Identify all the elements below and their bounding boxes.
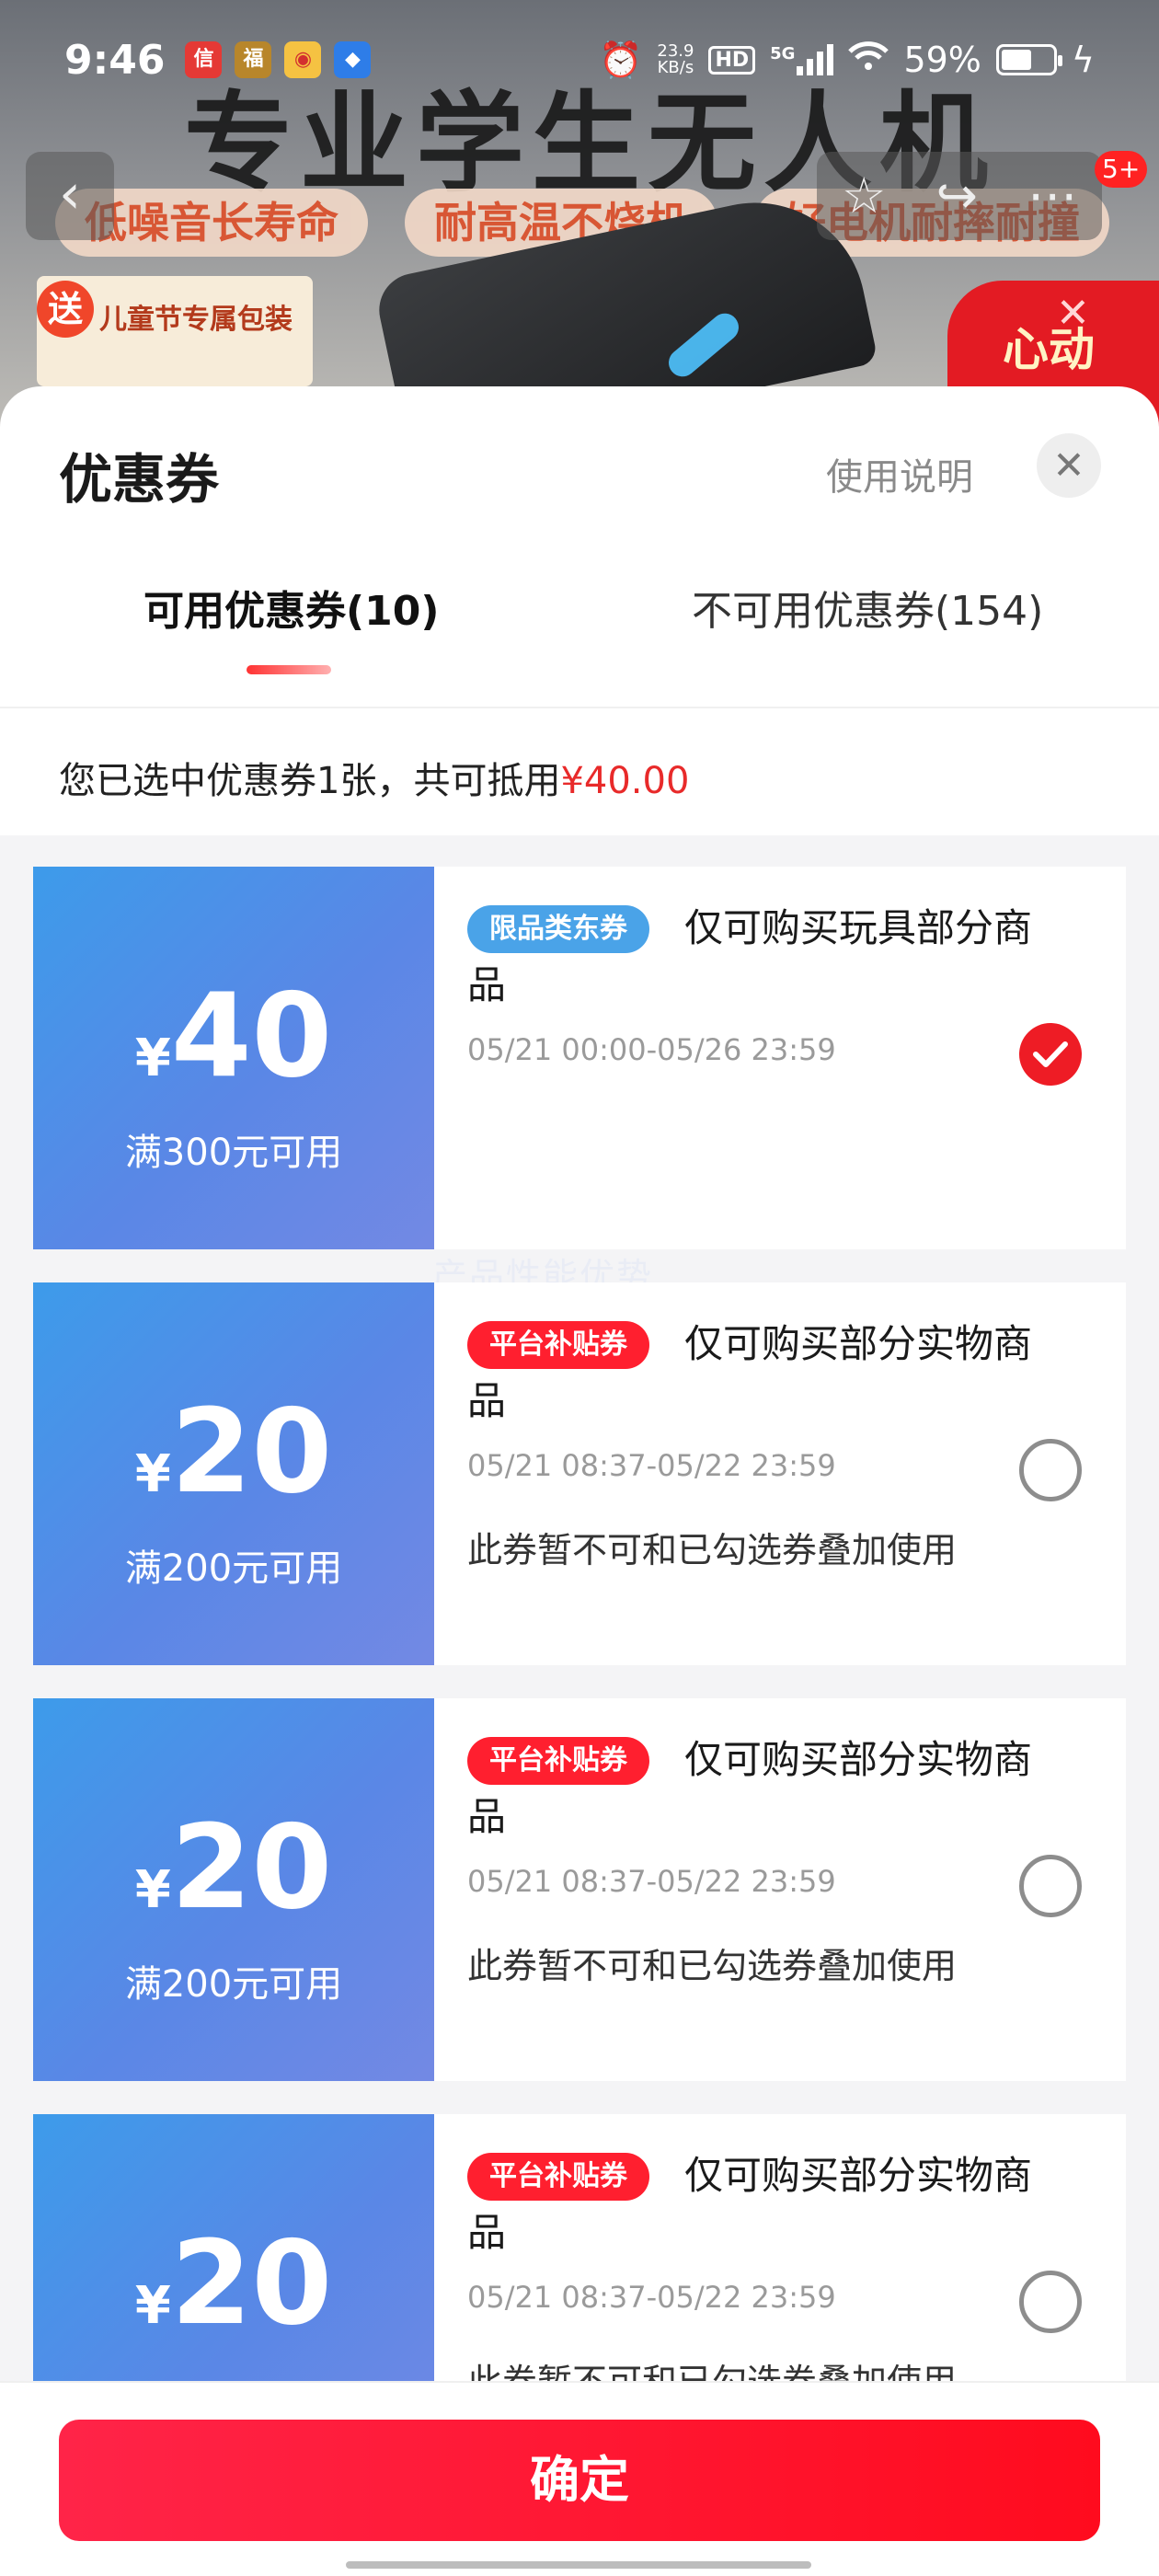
- coupon-stack-note: 此券暂不可和已勾选券叠加使用: [467, 2353, 957, 2381]
- coupon-value-panel: ¥20 满200元可用: [28, 1282, 434, 1665]
- coupon-card[interactable]: ¥20 满200元可用 仅可购买部分实物商品 平台补贴券 05/21 08:37…: [28, 1282, 1126, 1665]
- coupon-card[interactable]: ¥20 满200元可用 仅可购买部分实物商品 平台补贴券 05/21 08:37…: [28, 2114, 1126, 2381]
- close-icon: ✕: [1052, 443, 1085, 488]
- coupon-value-panel: ¥40 满300元可用: [28, 867, 434, 1249]
- coupon-checkbox-checked[interactable]: [1019, 1023, 1082, 1086]
- status-time: 9:46: [64, 36, 166, 84]
- coupon-condition: 满200元可用: [124, 1963, 343, 2006]
- currency-symbol: ¥: [134, 1860, 171, 1920]
- status-bar: 9:46 信 福 ◉ ◆ ⏰ 23.9 KB/s HD 5G 59% ϟ: [0, 0, 1159, 120]
- coupon-type-tag: 平台补贴券: [467, 2153, 649, 2201]
- coupon-amount: ¥40: [33, 968, 434, 1103]
- coupon-checkbox[interactable]: [1019, 1439, 1082, 1501]
- coupon-info: 仅可购买部分实物商品 平台补贴券 05/21 08:37-05/22 23:59…: [434, 2114, 1126, 2381]
- coupon-validity: 05/21 08:37-05/22 23:59: [467, 1448, 836, 1483]
- coupon-card[interactable]: ¥20 满200元可用 仅可购买部分实物商品 平台补贴券 05/21 08:37…: [28, 1698, 1126, 2081]
- coupon-list[interactable]: 产品性能优势 ¥40 满300元可用 仅可购买玩具部分商品 限品类东券 05/2…: [0, 835, 1159, 2381]
- coupon-amount-value: 40: [170, 968, 333, 1103]
- currency-symbol: ¥: [134, 2276, 171, 2336]
- battery-percent: 59%: [903, 40, 981, 80]
- alarm-icon: ⏰: [599, 39, 643, 80]
- coupon-info: 仅可购买玩具部分商品 限品类东券 05/21 00:00-05/26 23:59: [434, 867, 1126, 1249]
- pin-app-icon: ◆: [334, 41, 372, 78]
- coupon-info: 仅可购买部分实物商品 平台补贴券 05/21 08:37-05/22 23:59…: [434, 1282, 1126, 1665]
- weibo-app-icon: ◉: [284, 41, 322, 78]
- confirm-button[interactable]: 确定: [59, 2420, 1100, 2541]
- coupon-amount-value: 20: [170, 1800, 333, 1935]
- currency-symbol: ¥: [134, 1029, 171, 1088]
- more-icon[interactable]: ⋯: [1027, 171, 1077, 221]
- battery-icon: [995, 44, 1062, 75]
- coupon-stack-note: 此券暂不可和已勾选券叠加使用: [467, 1530, 958, 1570]
- coupon-card[interactable]: ¥40 满300元可用 仅可购买玩具部分商品 限品类东券 05/21 00:00…: [28, 867, 1126, 1249]
- tab-available[interactable]: 可用优惠券(10): [143, 578, 439, 637]
- currency-symbol: ¥: [134, 1444, 171, 1504]
- back-button[interactable]: ‹: [26, 152, 114, 240]
- summary-amount: ¥40.00: [560, 760, 690, 802]
- charging-icon: ϟ: [1071, 40, 1095, 80]
- coupon-condition: 满200元可用: [33, 2370, 434, 2381]
- coupon-validity: 05/21 08:37-05/22 23:59: [467, 2280, 836, 2315]
- coupon-value-panel: ¥20 满200元可用: [28, 2114, 434, 2381]
- fu-app-icon: 福: [235, 41, 272, 78]
- coupon-condition: 满200元可用: [124, 1547, 343, 1590]
- usage-instructions-link[interactable]: 使用说明: [826, 447, 973, 500]
- coupon-tabs: 可用优惠券(10) 不可用优惠券(154): [0, 552, 1159, 708]
- summary-text: 您已选中优惠券1张，共可抵用: [59, 760, 561, 802]
- coupon-amount: ¥20: [33, 1800, 434, 1935]
- wifi-icon: [848, 40, 889, 80]
- coupon-validity: 05/21 08:37-05/22 23:59: [467, 1864, 836, 1899]
- chevron-left-icon: ‹: [59, 162, 81, 226]
- home-indicator[interactable]: [346, 2561, 811, 2569]
- coupon-amount-value: 20: [170, 1384, 333, 1519]
- coupon-sheet: 优惠券 使用说明 ✕ 可用优惠券(10) 不可用优惠券(154) 您已选中优惠券…: [0, 386, 1159, 2576]
- gift-tag: 送: [37, 281, 94, 338]
- selected-summary: 您已选中优惠券1张，共可抵用¥40.00: [0, 708, 1159, 835]
- coupon-type-tag: 平台补贴券: [467, 1321, 649, 1369]
- star-icon[interactable]: ☆: [842, 171, 886, 221]
- sheet-footer: 确定: [0, 2381, 1159, 2576]
- top-action-bar: ☆ ↪ ⋯: [817, 152, 1102, 240]
- cellular-signal-icon: 5G: [770, 44, 834, 75]
- news-app-icon: 信: [185, 41, 223, 78]
- coupon-type-tag: 平台补贴券: [467, 1737, 649, 1785]
- network-speed: 23.9 KB/s: [657, 43, 694, 76]
- network-type: 5G: [770, 44, 796, 63]
- active-tab-indicator: [247, 665, 331, 674]
- share-icon[interactable]: ↪: [936, 171, 978, 221]
- coupon-amount: ¥20: [33, 2215, 434, 2351]
- coupon-amount-value: 20: [170, 2215, 333, 2351]
- gift-text: 儿童节专属包装: [99, 304, 293, 336]
- coupon-checkbox[interactable]: [1019, 1855, 1082, 1917]
- speed-unit: KB/s: [657, 58, 694, 77]
- message-badge: 5+: [1095, 151, 1148, 188]
- promo-close-icon[interactable]: ✕: [1056, 290, 1090, 337]
- checkmark-icon: [1033, 1041, 1068, 1067]
- coupon-validity: 05/21 00:00-05/26 23:59: [467, 1032, 836, 1067]
- coupon-type-tag: 限品类东券: [467, 905, 649, 953]
- coupon-condition: 满300元可用: [124, 1132, 343, 1174]
- coupon-stack-note: 此券暂不可和已勾选券叠加使用: [467, 1946, 958, 1986]
- coupon-value-panel: ¥20 满200元可用: [28, 1698, 434, 2081]
- sheet-header: 优惠券 使用说明 ✕: [0, 386, 1159, 552]
- status-indicators: ⏰ 23.9 KB/s HD 5G 59% ϟ: [599, 40, 1095, 81]
- coupon-info: 仅可购买部分实物商品 平台补贴券 05/21 08:37-05/22 23:59…: [434, 1698, 1126, 2081]
- sheet-title: 优惠券: [59, 448, 220, 511]
- close-button[interactable]: ✕: [1037, 433, 1101, 498]
- coupon-amount: ¥20: [33, 1384, 434, 1519]
- coupon-checkbox[interactable]: [1019, 2271, 1082, 2333]
- hd-icon: HD: [708, 45, 756, 75]
- tab-unavailable[interactable]: 不可用优惠券(154): [692, 578, 1043, 637]
